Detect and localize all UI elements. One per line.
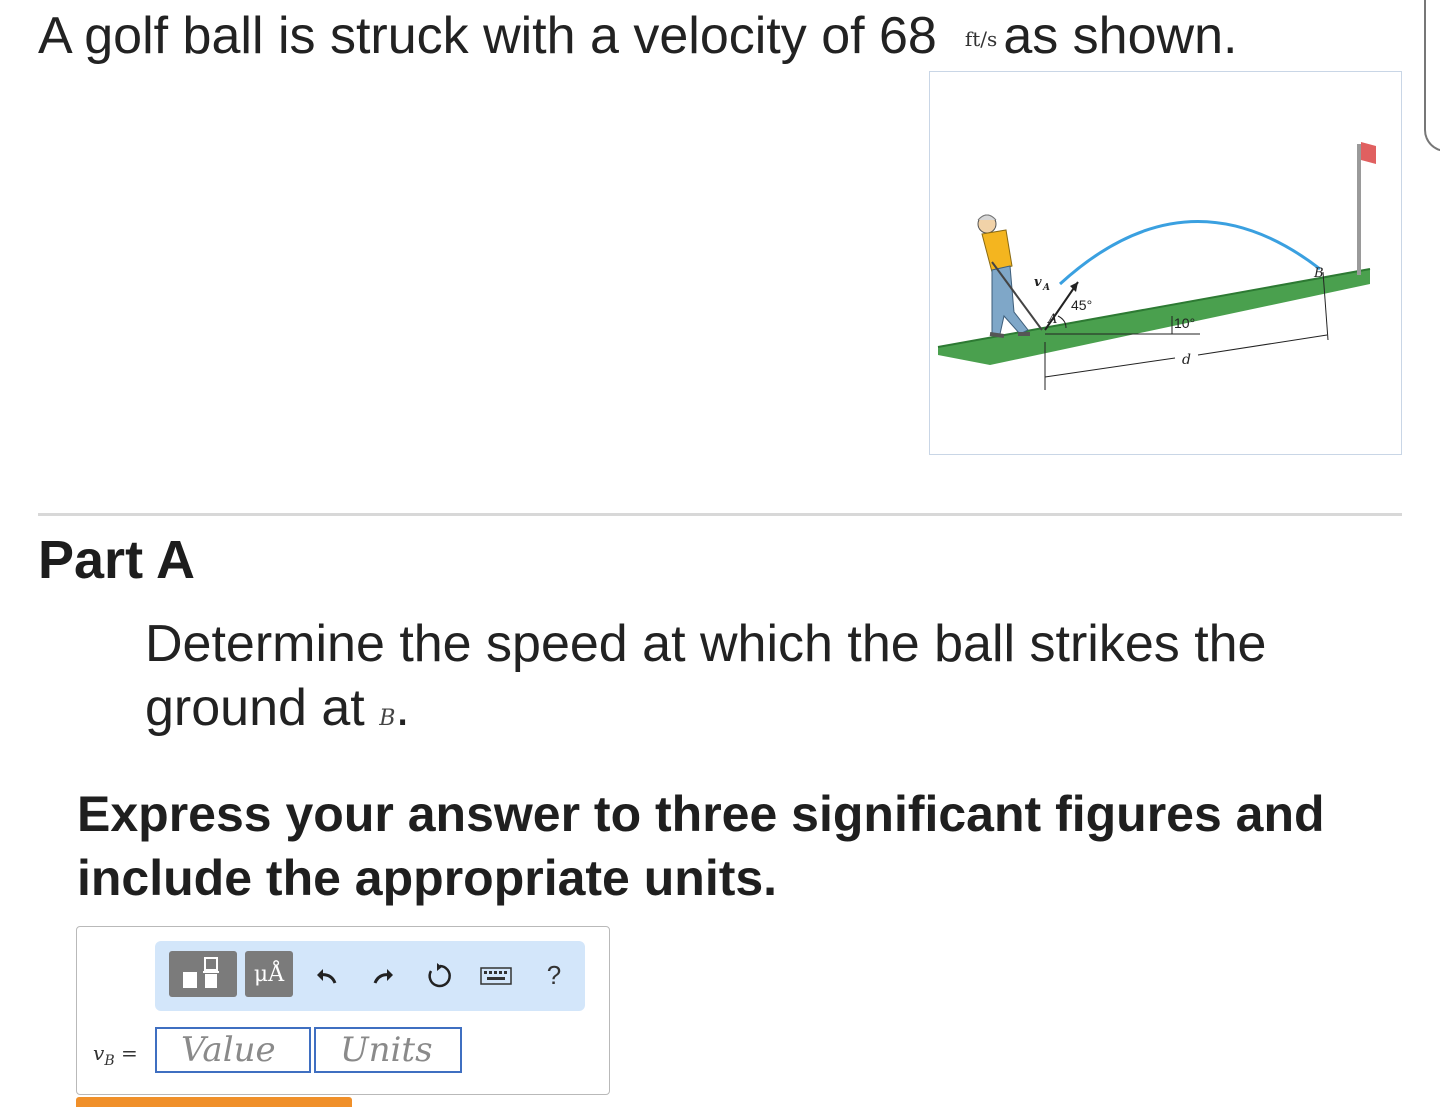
keyboard-button[interactable] [479, 963, 513, 989]
undo-button[interactable] [311, 961, 345, 991]
scroll-panel-edge [1424, 0, 1440, 152]
problem-text-before: A golf ball is struck with a velocity of… [38, 7, 937, 65]
flag [1361, 142, 1376, 164]
problem-text-after: as shown. [1003, 7, 1238, 65]
reset-button[interactable] [423, 959, 457, 993]
value-input[interactable] [155, 1027, 311, 1073]
units-button[interactable]: μÅ [245, 951, 293, 997]
dim-arrow-left [1044, 357, 1176, 378]
label-b: B [1313, 266, 1324, 281]
templates-icon [183, 957, 219, 988]
label-d: d [1182, 352, 1191, 368]
answer-panel: μÅ ? vB = Value Units [76, 926, 610, 1095]
units-label: μÅ [253, 961, 285, 987]
label-va-sub: A [1042, 283, 1050, 293]
section-divider [38, 513, 1402, 516]
answer-variable-label: vB = [93, 1041, 138, 1069]
units-input[interactable] [314, 1027, 462, 1073]
trajectory-arc [1058, 220, 1321, 286]
answer-var: v [93, 1041, 105, 1065]
label-angle-launch: 45° [1071, 297, 1092, 313]
golf-diagram: v A 45° A 10° B d [937, 142, 1376, 390]
templates-button[interactable] [169, 951, 237, 997]
undo-icon [317, 969, 337, 984]
answer-equals: = [120, 1041, 138, 1065]
answer-instructions: Express your answer to three significant… [77, 786, 1325, 906]
math-toolbar: μÅ ? [155, 941, 585, 1011]
golfer [977, 214, 1043, 338]
help-label: ? [546, 959, 562, 990]
question: Determine the speed at which the ball st… [145, 612, 1325, 751]
part-title: Part A [38, 530, 196, 590]
keyboard-icon [480, 967, 512, 985]
label-a: A [1047, 312, 1057, 327]
reset-icon [428, 963, 451, 988]
label-angle-slope: 10° [1174, 315, 1195, 331]
problem-statement: A golf ball is struck with a velocity of… [38, 4, 1237, 71]
question-end: . [395, 679, 410, 737]
label-va: v [1034, 275, 1042, 290]
redo-button[interactable] [365, 961, 399, 991]
redo-icon [373, 969, 393, 984]
velocity-unit: ft/s [964, 27, 998, 52]
question-text: Determine the speed at which the ball st… [145, 615, 1267, 737]
dim-arrow-right [1197, 334, 1328, 356]
help-button[interactable]: ? [539, 959, 569, 991]
answer-var-sub: B [104, 1053, 115, 1069]
question-var: B [379, 706, 396, 731]
submit-button[interactable] [76, 1097, 352, 1107]
golf-figure: v A 45° A 10° B d [929, 71, 1402, 455]
